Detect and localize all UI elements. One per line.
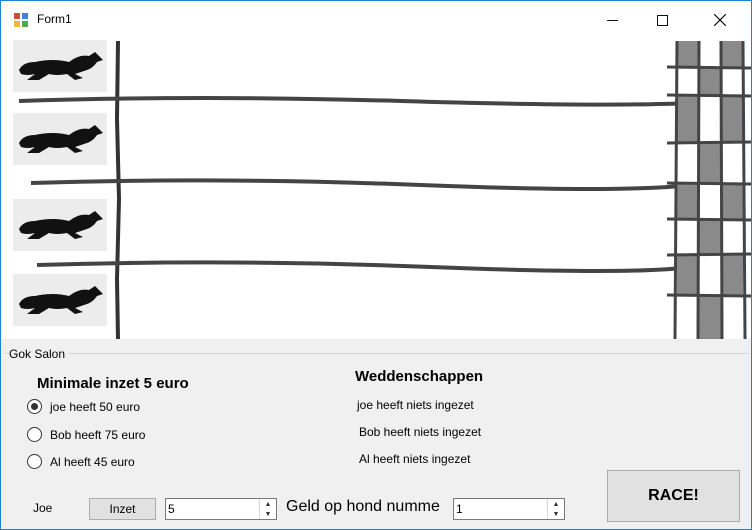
amount-stepper[interactable]: 5 ▲ ▼ [165,498,277,520]
dog-number-value[interactable]: 1 [456,502,463,516]
race-track [1,39,751,339]
minimize-button[interactable] [589,1,635,39]
radio-label: Al heeft 45 euro [50,454,135,469]
greyhound-icon [19,52,103,80]
dog-3 [13,199,107,251]
bets-heading: Weddenschappen [355,368,484,385]
greyhound-icon [19,286,103,314]
dog-number-stepper[interactable]: 1 ▲ ▼ [453,498,565,520]
bet-button[interactable]: Inzet [89,498,156,520]
selected-bettor-name: Joe [33,501,53,515]
bet-status-bob: Bob heeft niets ingezet [359,425,482,439]
radio-circle[interactable] [27,454,42,469]
close-icon [714,14,726,26]
radio-circle[interactable] [27,399,42,414]
form-app-icon [14,13,28,27]
radio-al[interactable]: Al heeft 45 euro [27,454,135,469]
amount-stepper-arrows[interactable]: ▲ ▼ [259,499,276,519]
bet-status-al: Al heeft niets ingezet [359,452,471,466]
greyhound-icon [19,211,103,239]
dog-1 [13,40,107,92]
minimize-icon [606,19,618,21]
radio-label: Bob heeft 75 euro [50,427,146,442]
min-bet-heading: Minimale inzet 5 euro [37,375,189,392]
window-title: Form1 [37,12,72,26]
radio-joe[interactable]: joe heeft 50 euro [27,399,140,414]
dog-number-stepper-arrows[interactable]: ▲ ▼ [547,499,564,519]
radio-label: joe heeft 50 euro [50,399,141,414]
dog-2 [13,113,107,165]
maximize-button[interactable] [639,1,685,39]
title-bar[interactable]: Form1 [1,1,751,39]
chevron-up-icon[interactable]: ▲ [548,499,564,509]
maximize-icon [656,14,668,26]
race-track-drawing [18,40,751,339]
group-label: Gok Salon [9,347,70,361]
radio-circle[interactable] [27,427,42,442]
amount-value[interactable]: 5 [168,502,175,516]
close-button[interactable] [697,1,743,39]
race-button[interactable]: RACE! [607,470,740,522]
bet-status-joe: joe heeft niets ingezet [357,398,474,412]
dog-4 [13,274,107,326]
chevron-down-icon[interactable]: ▼ [548,509,564,519]
greyhound-icon [19,125,103,153]
chevron-up-icon[interactable]: ▲ [260,499,276,509]
chevron-down-icon[interactable]: ▼ [260,509,276,519]
radio-bob[interactable]: Bob heeft 75 euro [27,427,145,442]
form-window: Form1 Gok Salon Minimale inzet 5 euro We… [0,0,752,530]
dog-number-label: Geld op hond numme [286,498,440,515]
